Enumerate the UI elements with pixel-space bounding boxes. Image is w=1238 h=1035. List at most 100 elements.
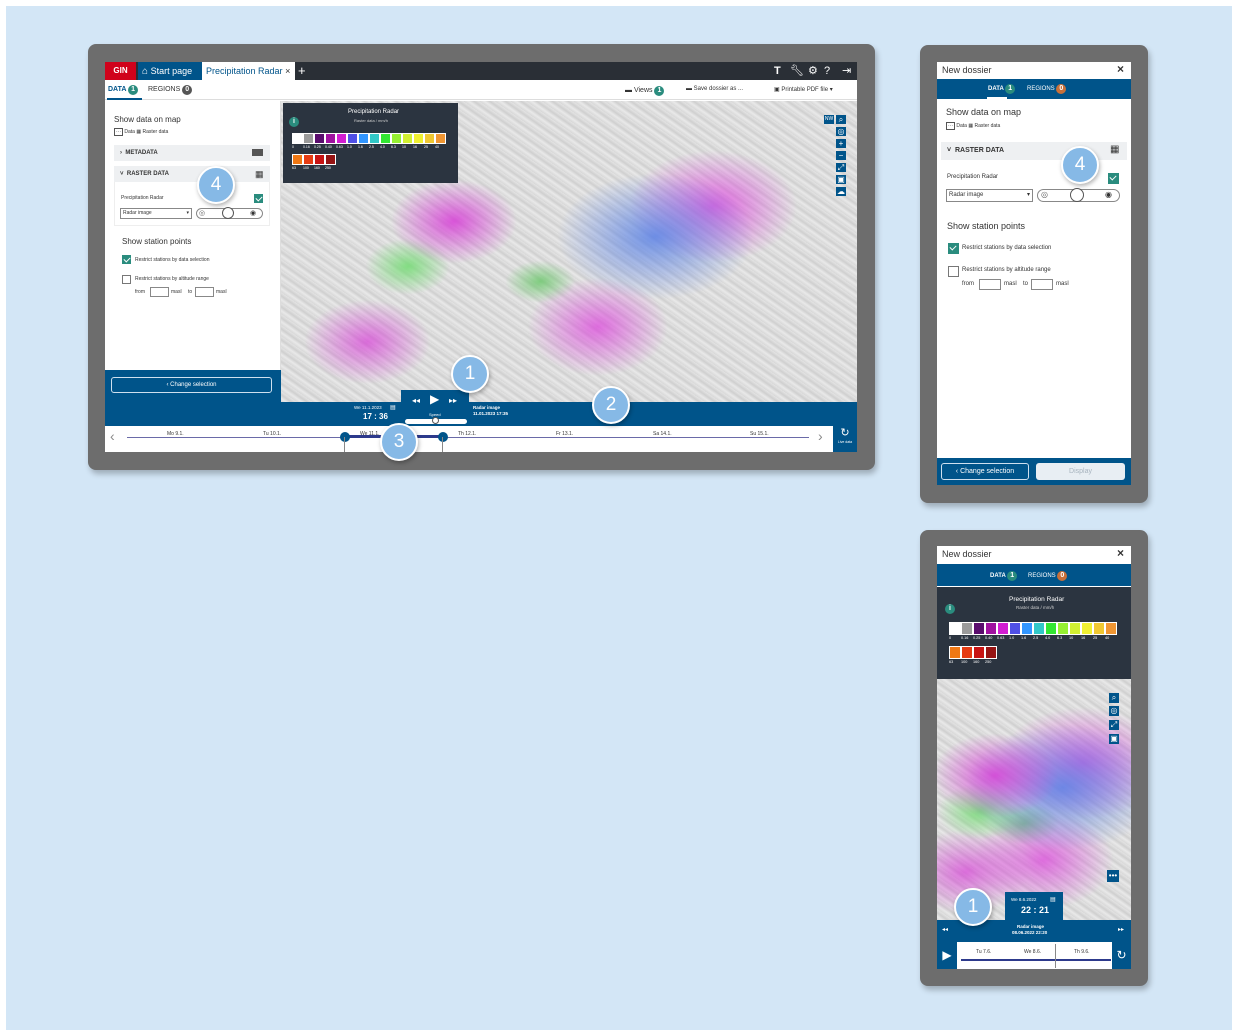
dossier-title: New dossier <box>942 549 992 559</box>
wrench-icon[interactable]: 🔧︎ <box>790 62 804 80</box>
tablet-tab-regions[interactable]: REGIONS 0 <box>1027 84 1067 94</box>
extent-icon[interactable]: ⤢ <box>836 163 846 172</box>
screenshot-icon[interactable]: ▣ <box>1109 734 1119 744</box>
from-label: from <box>135 289 145 295</box>
layer-checkbox[interactable] <box>1108 173 1119 184</box>
legend-info-icon[interactable]: i <box>289 110 299 128</box>
change-selection-button[interactable]: ‹ Change selection <box>111 377 272 393</box>
restrict-data-checkbox[interactable] <box>948 243 959 254</box>
legend-swatch <box>1033 622 1045 635</box>
layer-select[interactable]: Radar image ▾ <box>946 189 1033 202</box>
close-icon[interactable]: × <box>1117 62 1124 76</box>
locate-icon[interactable]: ◎ <box>836 127 846 136</box>
views-button[interactable]: ▬ Views 1 <box>625 86 665 96</box>
close-icon[interactable]: × <box>1117 546 1124 560</box>
raster-legend-label: Raster data <box>142 129 169 135</box>
play-icon[interactable]: ▶ <box>430 392 439 406</box>
legend-swatch <box>1009 622 1021 635</box>
altitude-from-input[interactable] <box>150 287 169 297</box>
legend-info-icon[interactable]: i <box>945 597 955 615</box>
restrict-data-checkbox[interactable] <box>122 255 131 264</box>
altitude-from-input[interactable] <box>979 279 1001 290</box>
restrict-altitude-checkbox[interactable] <box>948 266 959 277</box>
live-data-button[interactable]: ↻ Live data <box>833 426 857 452</box>
subtab-regions[interactable]: REGIONS 0 <box>148 85 193 95</box>
live-data-button[interactable]: ↻ <box>1112 942 1131 969</box>
layer-select-value: Radar image <box>949 192 984 198</box>
calendar-icon[interactable]: ▤ <box>1050 896 1056 903</box>
subtab-data[interactable]: DATA 1 <box>108 85 139 95</box>
restrict-altitude-label: Restrict stations by altitude range <box>135 276 209 282</box>
mobile-tab-data[interactable]: DATA 1 <box>990 571 1018 581</box>
layers-icon[interactable]: ☁ <box>836 187 846 196</box>
metadata-header[interactable]: › METADATA <box>120 150 158 156</box>
zoom-out-icon[interactable]: − <box>836 151 846 160</box>
opacity-slider-handle[interactable] <box>222 207 234 219</box>
restrict-altitude-checkbox[interactable] <box>122 275 131 284</box>
text-tool-icon[interactable]: T <box>774 62 781 80</box>
day-label: Sa 14.1. <box>653 431 672 437</box>
more-icon[interactable]: ••• <box>1107 870 1119 882</box>
brand-logo[interactable]: GIN <box>105 62 136 80</box>
radar-map[interactable] <box>937 679 1131 920</box>
save-dossier-button[interactable]: ▬ Save dossier as ... <box>686 86 743 92</box>
legend-swatch <box>314 154 325 165</box>
north-west-button[interactable]: NW <box>824 115 834 124</box>
close-tab-icon[interactable]: × <box>285 66 290 76</box>
timeline-prev-icon[interactable]: ‹ <box>110 428 115 444</box>
tablet-tab-data[interactable]: DATA 1 <box>988 84 1016 94</box>
play-button[interactable]: ▶ <box>937 942 957 969</box>
rewind-icon[interactable]: ◂◂ <box>942 926 948 933</box>
legend-swatches-row2 <box>292 154 336 165</box>
locate-icon[interactable]: ◎ <box>1109 706 1119 716</box>
logout-icon[interactable]: ⇥ <box>842 62 851 80</box>
speed-slider-handle[interactable] <box>432 417 439 424</box>
legend-value-label: 0.63 <box>997 636 1005 640</box>
zoom-in-icon[interactable]: + <box>836 139 846 148</box>
screenshot-icon[interactable]: ▣ <box>836 175 846 184</box>
legend-value-label: 250 <box>985 660 992 664</box>
layer-checkbox[interactable] <box>254 194 263 203</box>
altitude-to-input[interactable] <box>195 287 214 297</box>
day-label: We 11.1. <box>360 431 380 437</box>
altitude-to-input[interactable] <box>1031 279 1053 290</box>
mobile-timeline[interactable] <box>957 942 1112 969</box>
day-label: Tu 7.6. <box>976 949 992 955</box>
search-icon[interactable]: ⌕ <box>1109 693 1119 703</box>
range-start-handle[interactable] <box>340 432 350 442</box>
change-selection-button[interactable]: ‹ Change selection <box>941 463 1029 480</box>
search-icon[interactable]: ⌕ <box>836 115 846 124</box>
subtab-data-underline <box>107 98 142 100</box>
range-end-handle[interactable] <box>438 432 448 442</box>
extent-icon[interactable]: ⤢ <box>1109 720 1119 730</box>
gear-icon[interactable]: ⚙ <box>808 62 818 80</box>
layer-select[interactable]: Radar image ▾ <box>120 208 192 219</box>
legend-value-label: 10 <box>1069 636 1074 640</box>
fast-forward-icon[interactable]: ▸▸ <box>449 396 457 405</box>
printable-pdf-button[interactable]: ▣ Printable PDF file ▾ <box>774 86 833 93</box>
add-tab-button[interactable]: + <box>298 62 306 80</box>
opacity-slider-handle[interactable] <box>1070 188 1084 202</box>
raster-header[interactable]: ˅ RASTER DATA <box>120 171 169 177</box>
legend-value-label: 6.3 <box>391 145 396 149</box>
fast-forward-icon[interactable]: ▸▸ <box>1118 926 1124 933</box>
timeline-next-icon[interactable]: › <box>818 428 823 444</box>
timeline[interactable] <box>105 426 857 452</box>
legend-swatch <box>314 133 325 144</box>
calendar-icon[interactable]: ▤ <box>390 404 396 411</box>
eye-hidden-icon: ◎ <box>199 210 206 217</box>
tab-precipitation-radar[interactable]: Precipitation Radar × <box>202 62 295 80</box>
legend-swatch <box>985 646 997 659</box>
raster-legend-label: Raster data <box>974 123 1001 129</box>
rewind-icon[interactable]: ◂◂ <box>412 396 420 405</box>
legend-swatch <box>961 646 973 659</box>
help-icon[interactable]: ? <box>824 62 830 80</box>
display-button[interactable]: Display <box>1036 463 1125 480</box>
data-count-badge: 1 <box>128 85 139 95</box>
day-label: Fr 13.1. <box>556 431 574 437</box>
legend-value-label: 0.40 <box>325 145 332 149</box>
mobile-tab-regions[interactable]: REGIONS 0 <box>1028 571 1068 581</box>
tablet-raster-header[interactable]: ˅ RASTER DATA <box>947 147 1004 154</box>
data-legend-label: Data <box>124 129 135 135</box>
tab-start-page[interactable]: ⌂ Start page <box>138 62 202 80</box>
